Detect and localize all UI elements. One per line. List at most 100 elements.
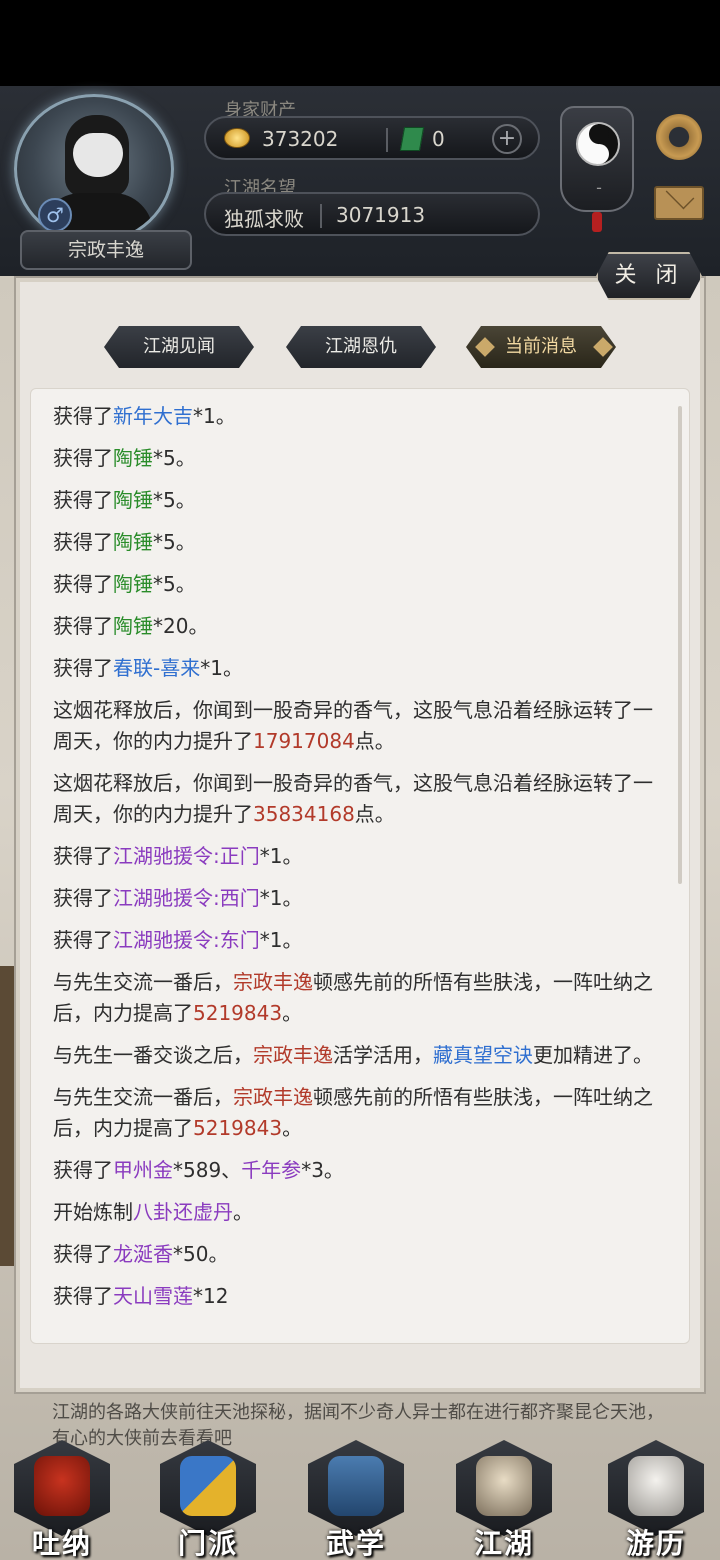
title-value: 独孤求败: [224, 207, 304, 231]
mail-icon[interactable]: [654, 186, 704, 220]
message-text: 与先生一番交谈之后，: [53, 1043, 253, 1067]
message-highlight: 17917084: [253, 729, 355, 753]
log-message: 获得了陶锤*20。: [53, 611, 663, 642]
nav-item-menpai[interactable]: 门派: [150, 1430, 266, 1560]
message-text: 活学活用，: [333, 1043, 433, 1067]
status-bar: [0, 0, 720, 86]
reputation-bar: 独孤求败 3071913: [204, 192, 540, 236]
message-text: 获得了: [53, 572, 113, 596]
bottom-nav: 吐纳 门派 武学 江湖 游历: [0, 1420, 720, 1560]
message-text: *50。: [173, 1242, 229, 1266]
message-text: 获得了: [53, 404, 113, 428]
nav-item-wuxue[interactable]: 武学: [298, 1430, 414, 1560]
message-text: *3。: [301, 1158, 344, 1182]
taiji-badge[interactable]: -: [560, 106, 634, 212]
log-message: 获得了新年大吉*1。: [53, 401, 663, 432]
message-highlight: 宗政丰逸: [233, 1085, 313, 1109]
message-text: 获得了: [53, 1242, 113, 1266]
message-text: 获得了: [53, 530, 113, 554]
message-text: *12: [193, 1284, 229, 1308]
message-highlight: 宗政丰逸: [253, 1043, 333, 1067]
log-message: 获得了龙涎香*50。: [53, 1239, 663, 1270]
badge-label: -: [596, 178, 602, 197]
message-log[interactable]: 获得了新年大吉*1。 获得了陶锤*5。 获得了陶锤*5。 获得了陶锤*5。 获得了陶锤*…: [30, 388, 690, 1344]
log-message: 开始炼制八卦还虚丹。: [53, 1197, 663, 1228]
message-highlight: 江湖驰援令:西门: [113, 886, 260, 910]
nav-label: 武学: [325, 1527, 386, 1560]
message-list: 获得了新年大吉*1。 获得了陶锤*5。 获得了陶锤*5。 获得了陶锤*5。 获得了陶锤*…: [53, 401, 663, 1323]
gold-value: 373202: [262, 127, 339, 151]
message-text: 点。: [354, 729, 395, 753]
message-text: 点。: [354, 802, 395, 826]
log-message: 获得了春联-喜来*1。: [53, 653, 663, 684]
log-message: 获得了甲州金*589、千年参*3。: [53, 1155, 663, 1186]
bamboo-hat-icon: [476, 1456, 532, 1516]
log-message: 与先生交流一番后，宗政丰逸顿感先前的所悟有些肤浅，一阵吐纳之后，内力提高了521…: [53, 1082, 663, 1144]
message-text: 开始炼制: [53, 1200, 133, 1224]
message-text: *1。: [200, 656, 243, 680]
nav-label: 江湖: [473, 1527, 534, 1560]
message-highlight: 新年大吉: [113, 404, 193, 428]
message-highlight: 天山雪莲: [113, 1284, 193, 1308]
nav-item-jianghu[interactable]: 江湖: [446, 1430, 562, 1560]
tab-jianghu-feuds[interactable]: 江湖恩仇: [286, 326, 436, 368]
message-text: *589、: [173, 1158, 242, 1182]
message-highlight: 江湖驰援令:东门: [113, 928, 260, 952]
message-text: *1。: [193, 404, 236, 428]
gear-icon[interactable]: [656, 114, 702, 160]
message-highlight: 春联-喜来: [113, 656, 201, 680]
sect-icon: [180, 1456, 236, 1516]
log-message: 获得了陶锤*5。: [53, 443, 663, 474]
message-text: *5。: [153, 488, 196, 512]
message-highlight: 5219843: [193, 1116, 283, 1140]
message-highlight: 陶锤: [113, 530, 153, 554]
taiji-icon: [576, 122, 620, 166]
message-highlight: 宗政丰逸: [233, 970, 313, 994]
log-message: 获得了陶锤*5。: [53, 485, 663, 516]
message-highlight: 江湖驰援令:正门: [113, 844, 260, 868]
divider: [386, 128, 388, 152]
message-text: 获得了: [53, 656, 113, 680]
currency-bar: 373202 0 +: [204, 116, 540, 160]
nav-label: 吐纳: [31, 1527, 92, 1560]
message-text: 与先生交流一番后，: [53, 970, 233, 994]
log-message: 获得了江湖驰援令:西门*1。: [53, 883, 663, 914]
horse-icon: [628, 1456, 684, 1516]
avatar-mask: [73, 133, 123, 177]
avatar[interactable]: [14, 94, 174, 244]
message-highlight: 陶锤: [113, 614, 153, 638]
message-text: 获得了: [53, 1158, 113, 1182]
message-text: *20。: [153, 614, 209, 638]
add-currency-button[interactable]: +: [492, 124, 522, 154]
gold-ingot-icon: [224, 128, 250, 148]
nav-item-youli[interactable]: 游历: [598, 1430, 714, 1560]
jade-icon: [399, 127, 425, 151]
message-highlight: 龙涎香: [113, 1242, 173, 1266]
player-name: 宗政丰逸: [20, 230, 192, 270]
message-highlight: 陶锤: [113, 446, 153, 470]
message-text: 更加精进了。: [533, 1043, 653, 1067]
divider: [320, 204, 322, 228]
tab-jianghu-news[interactable]: 江湖见闻: [104, 326, 254, 368]
nav-item-tuna[interactable]: 吐纳: [4, 1430, 120, 1560]
message-highlight: 八卦还虚丹: [133, 1200, 233, 1224]
message-text: 获得了: [53, 1284, 113, 1308]
message-text: *1。: [259, 844, 303, 868]
log-message: 这烟花释放后，你闻到一股奇异的香气，这股气息沿着经脉运转了一周天，你的内力提升了…: [53, 768, 663, 830]
log-message: 获得了陶锤*5。: [53, 527, 663, 558]
message-text: 获得了: [53, 614, 113, 638]
message-highlight: 陶锤: [113, 488, 153, 512]
log-message: 这烟花释放后，你闻到一股奇异的香气，这股气息沿着经脉运转了一周天，你的内力提升了…: [53, 695, 663, 757]
nav-label: 游历: [625, 1527, 686, 1560]
message-text: 获得了: [53, 488, 113, 512]
scrollbar[interactable]: [678, 406, 682, 884]
close-button[interactable]: 关 闭: [596, 252, 702, 300]
log-message: 获得了江湖驰援令:东门*1。: [53, 925, 663, 956]
log-message: 与先生一番交谈之后，宗政丰逸活学活用，藏真望空诀更加精进了。: [53, 1040, 663, 1071]
gender-male-icon: ♂: [38, 198, 72, 232]
meditation-icon: [34, 1456, 90, 1516]
message-text: 。: [233, 1200, 253, 1224]
reputation-value: 3071913: [336, 203, 426, 227]
player-hud: ♂ 宗政丰逸 身家财产 373202 0 + 江湖名望 独孤求败 3071913…: [0, 86, 720, 276]
message-highlight: 藏真望空诀: [433, 1043, 533, 1067]
